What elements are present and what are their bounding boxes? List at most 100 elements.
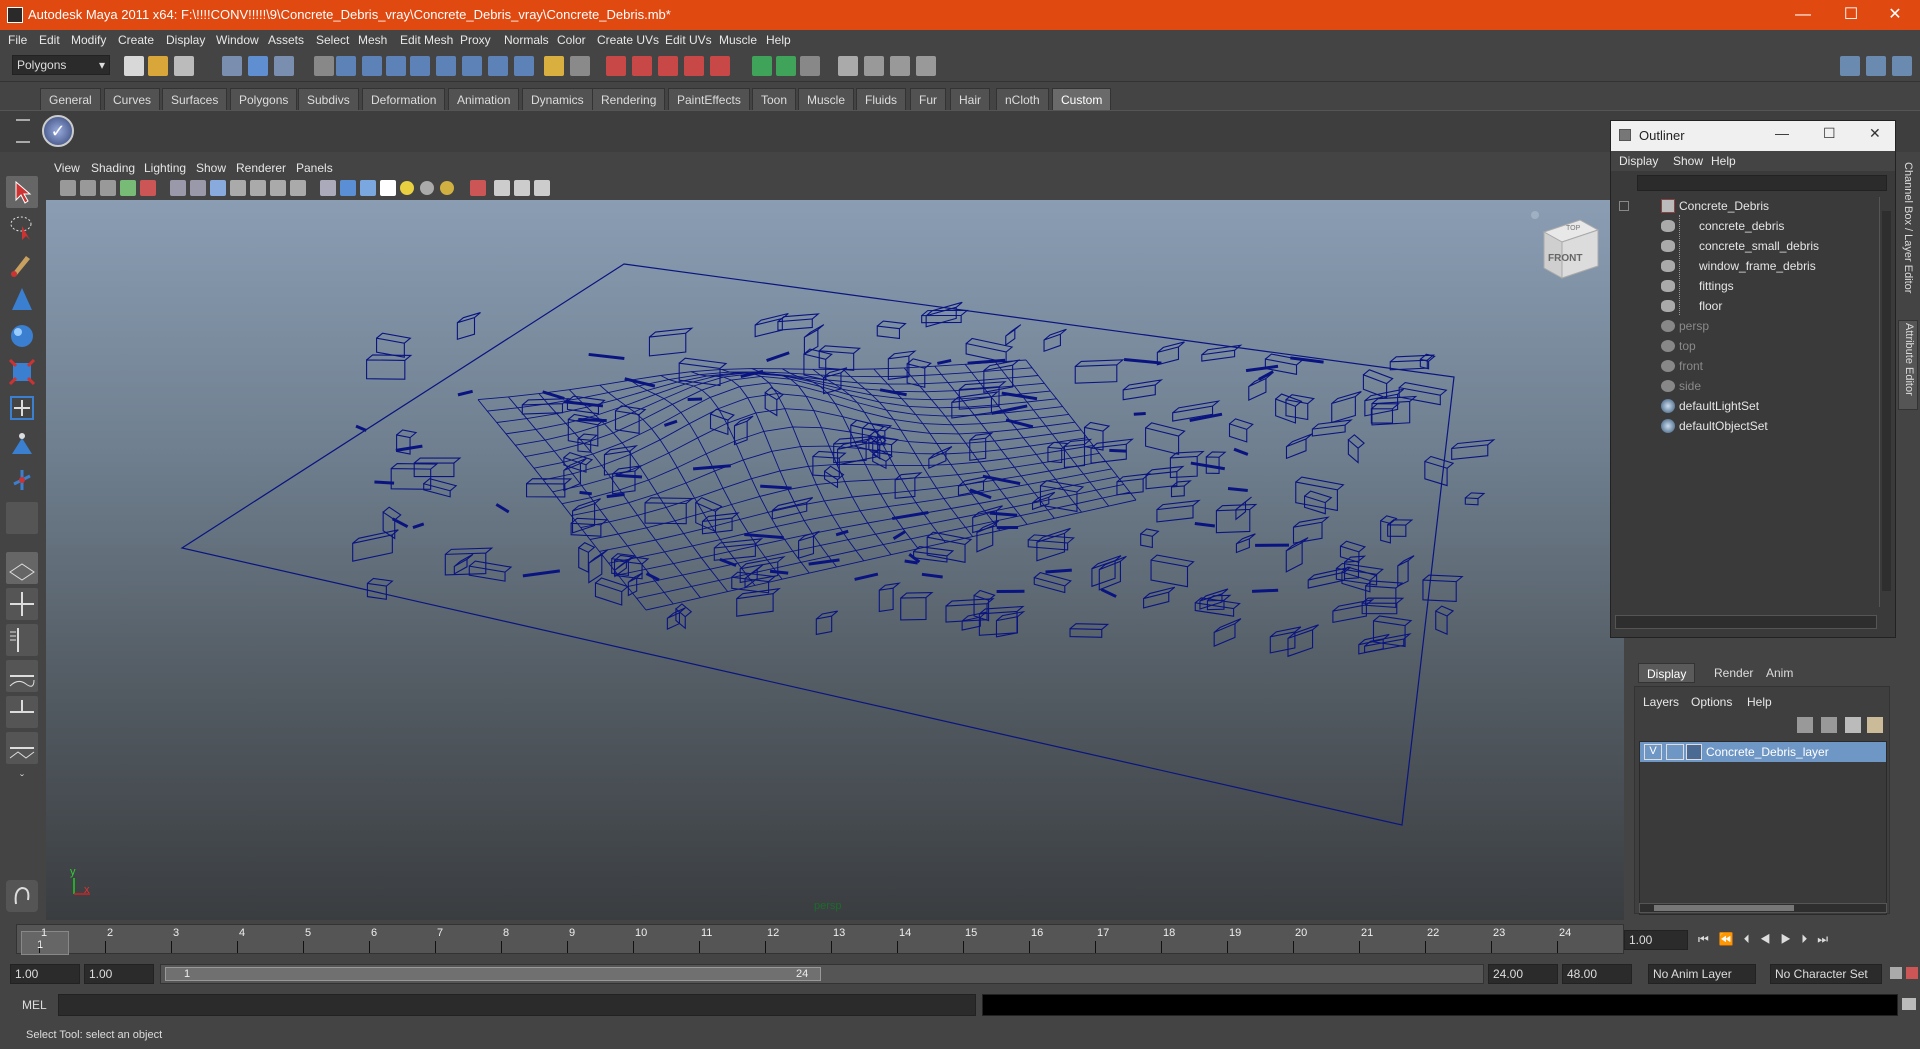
outliner-maximize-button[interactable]: ☐ (1823, 125, 1836, 142)
panel-menu-view[interactable]: View (54, 161, 80, 175)
maximize-button[interactable]: ☐ (1828, 0, 1874, 30)
bookmark-icon[interactable] (100, 180, 116, 196)
script-editor-icon[interactable] (1902, 998, 1916, 1010)
persp-outliner-layout-icon[interactable] (6, 624, 38, 656)
last-tool-used-icon[interactable] (6, 502, 38, 534)
range-slider-bar[interactable]: 1 24 (165, 967, 821, 981)
menu-file[interactable]: File (8, 33, 27, 47)
shelf-tab-surfaces[interactable]: Surfaces (162, 88, 228, 110)
menu-edit-mesh[interactable]: Edit Mesh (400, 33, 453, 47)
shelf-tab-custom[interactable]: Custom (1052, 88, 1112, 110)
select-object-icon[interactable] (248, 56, 268, 76)
menu-modify[interactable]: Modify (71, 33, 106, 47)
show-channel-box-icon[interactable] (1892, 56, 1912, 76)
image-plane-icon[interactable] (120, 180, 136, 196)
input-output-icon[interactable] (752, 56, 772, 76)
render-current-frame-icon[interactable] (864, 56, 884, 76)
save-scene-icon[interactable] (174, 56, 194, 76)
four-view-layout-icon[interactable] (6, 588, 38, 620)
command-language-label[interactable]: MEL (22, 998, 47, 1012)
shelf-tab-rendering[interactable]: Rendering (592, 88, 666, 110)
snap-curve-icon[interactable] (632, 56, 652, 76)
persp-viewport[interactable]: TOP FRONT y x persp (46, 200, 1624, 920)
quick-layout-icon[interactable] (6, 880, 38, 912)
go-to-end-icon[interactable]: ⏭ (1817, 932, 1838, 946)
play-backwards-icon[interactable]: ◀ (1760, 932, 1781, 946)
shelf-menu-icon[interactable] (16, 119, 30, 143)
outliner-menu-display[interactable]: Display (1619, 154, 1658, 168)
auto-key-icon[interactable] (1890, 967, 1902, 979)
shelf-tab-hair[interactable]: Hair (950, 88, 991, 110)
ipr-render-icon[interactable] (890, 56, 910, 76)
character-set-dropdown[interactable]: No Character Set (1770, 964, 1882, 984)
texture-icon[interactable] (290, 180, 306, 196)
show-manipulator-icon[interactable] (6, 464, 38, 496)
outliner-item-set[interactable]: defaultLightSet (1611, 397, 1871, 417)
menu-select[interactable]: Select (316, 33, 349, 47)
layer-menu-options[interactable]: Options (1691, 695, 1732, 709)
select-handles-icon[interactable] (336, 56, 356, 76)
menu-muscle[interactable]: Muscle (719, 33, 757, 47)
layer-menu-layers[interactable]: Layers (1643, 695, 1679, 709)
camera-attributes-icon[interactable] (80, 180, 96, 196)
camera-select-icon[interactable] (60, 180, 76, 196)
new-scene-icon[interactable] (124, 56, 144, 76)
menu-display[interactable]: Display (166, 33, 205, 47)
menu-edit-uvs[interactable]: Edit UVs (665, 33, 712, 47)
time-slider[interactable]: 1 2 3 4 5 6 7 8 9 10 11 12 13 14 15 16 17 18 19 20 21 22 23 24 1… (0, 922, 1920, 956)
universal-manipulator-icon[interactable] (6, 392, 38, 424)
menu-help[interactable]: Help (766, 33, 791, 47)
snap-grid-icon[interactable] (606, 56, 626, 76)
film-gate-icon[interactable] (140, 180, 156, 196)
step-back-frame-icon[interactable]: ⏪ (1719, 932, 1744, 946)
layer-scroll-thumb[interactable] (1654, 905, 1794, 911)
shelf-tab-general[interactable]: General (40, 88, 101, 110)
step-forward-key-icon[interactable]: ⏵ (1801, 932, 1817, 946)
resolution-gate-icon[interactable] (270, 180, 286, 196)
new-layer-selected-icon[interactable] (1867, 717, 1883, 733)
shelf-tab-dynamics[interactable]: Dynamics (522, 88, 593, 110)
select-deformations-icon[interactable] (436, 56, 456, 76)
viewcube[interactable]: TOP FRONT (1534, 212, 1604, 282)
lock-selection-icon[interactable] (314, 56, 334, 76)
outliner-item-camera[interactable]: top (1611, 337, 1871, 357)
layer-visibility-toggle[interactable]: V (1644, 744, 1662, 760)
shelf-tab-polygons[interactable]: Polygons (230, 88, 298, 110)
animation-preferences-icon[interactable] (1906, 967, 1918, 979)
panel-menu-panels[interactable]: Panels (296, 161, 333, 175)
current-time-field[interactable]: 1.00 (1624, 930, 1688, 950)
textured-icon[interactable] (360, 180, 376, 196)
shelf-tab-animation[interactable]: Animation (448, 88, 520, 110)
grid-icon[interactable] (190, 180, 206, 196)
home-icon[interactable] (1531, 211, 1539, 219)
shelf-tab-deformation[interactable]: Deformation (362, 88, 446, 110)
outliner-horizontal-scrollbar[interactable] (1615, 615, 1877, 629)
layer-horizontal-scrollbar[interactable] (1639, 903, 1887, 913)
xray-icon[interactable] (250, 180, 266, 196)
move-tool-icon[interactable] (6, 284, 38, 316)
layer-menu-help[interactable]: Help (1747, 695, 1772, 709)
menu-normals[interactable]: Normals (504, 33, 549, 47)
menu-edit[interactable]: Edit (39, 33, 60, 47)
outliner-item-camera[interactable]: side (1611, 377, 1871, 397)
menu-set-dropdown[interactable]: Polygons ▾ (12, 55, 110, 75)
outliner-item[interactable]: window_frame_debris (1611, 257, 1871, 277)
shelf-tab-curves[interactable]: Curves (104, 88, 161, 110)
panel-menu-shading[interactable]: Shading (91, 161, 135, 175)
minimize-button[interactable]: — (1780, 0, 1826, 30)
smooth-shade-icon[interactable] (210, 180, 226, 196)
shelf-tab-ncloth[interactable]: nCloth (996, 88, 1049, 110)
shelf-tab-fur[interactable]: Fur (910, 88, 946, 110)
lasso-tool-icon[interactable] (6, 212, 38, 244)
single-view-icon[interactable] (494, 180, 510, 196)
outliner-close-button[interactable]: ✕ (1869, 125, 1881, 142)
panel-menu-lighting[interactable]: Lighting (144, 161, 186, 175)
menu-proxy[interactable]: Proxy (460, 33, 491, 47)
menu-mesh[interactable]: Mesh (358, 33, 387, 47)
select-component-icon[interactable] (274, 56, 294, 76)
channel-box-side-tab[interactable]: Channel Box / Layer Editor (1898, 160, 1918, 310)
four-view-icon[interactable] (514, 180, 530, 196)
layer-tab-render[interactable]: Render (1706, 663, 1761, 683)
menu-assets[interactable]: Assets (268, 33, 304, 47)
select-dynamics-icon[interactable] (462, 56, 482, 76)
